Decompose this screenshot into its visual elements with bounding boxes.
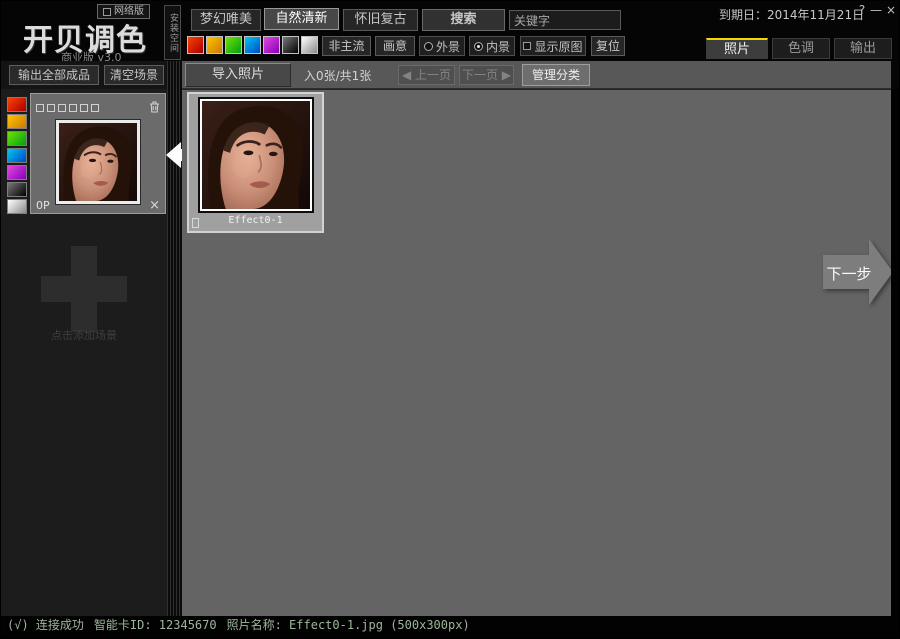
checkbox-icon[interactable] [523, 42, 531, 50]
scene-flag-box[interactable] [58, 104, 66, 112]
install-space-tab[interactable]: 安装空间 [164, 5, 181, 60]
scene-flag-box[interactable] [36, 104, 44, 112]
scene-badge: 0P [36, 199, 50, 212]
expiry-date-label: 到期日：2014年11月21日 [719, 6, 864, 23]
plus-icon [41, 276, 127, 302]
radio-icon-outdoor[interactable] [424, 42, 433, 51]
swatch-cyan-blue[interactable] [7, 148, 27, 163]
import-photos-button[interactable]: 导入照片 [185, 63, 291, 87]
radio-indoor[interactable]: 内景 [469, 36, 515, 56]
photo-grid-area: Effect0-1 下一步 [182, 89, 891, 616]
swatch-red[interactable] [7, 97, 27, 112]
filter-button-nonmainstream[interactable]: 非主流 [322, 36, 371, 56]
swatch-red[interactable] [187, 36, 204, 54]
search-button[interactable]: 搜索 [422, 9, 505, 31]
radio-icon-indoor[interactable] [474, 42, 483, 51]
scene-card-footer: 0P × [31, 199, 165, 212]
tab-output[interactable]: 输出 [834, 38, 892, 59]
photo-thumbnail[interactable] [198, 97, 314, 213]
scene-color-swatches [7, 97, 27, 214]
scene-flag-box[interactable] [47, 104, 55, 112]
swatch-green[interactable] [225, 36, 242, 54]
scene-flag-box[interactable] [91, 104, 99, 112]
status-bar: (√) 连接成功 智能卡ID: 12345670 照片名称: Effect0-1… [1, 616, 900, 639]
swatch-green[interactable] [7, 131, 27, 146]
manage-categories-button[interactable]: 管理分类 [522, 64, 590, 86]
scene-card-header [31, 94, 165, 119]
titlebar: 网络版 开贝调色 商业版 v3.0 安装空间 梦幻唯美 自然清新 怀旧复古 搜索… [1, 1, 900, 61]
close-button[interactable]: × [884, 3, 898, 17]
reset-button[interactable]: 复位 [591, 36, 625, 56]
export-all-button[interactable]: 输出全部成品 [9, 65, 99, 85]
radio-outdoor[interactable]: 外景 [419, 36, 465, 56]
add-scene-hint: 点击添加场景 [1, 327, 167, 343]
scene-thumbnail-photo[interactable] [56, 120, 140, 204]
scene-flag-box[interactable] [69, 104, 77, 112]
show-original-checkbox[interactable]: 显示原图 [520, 36, 586, 56]
next-step-button[interactable]: 下一步 [823, 239, 893, 305]
radio-indoor-label: 内景 [486, 38, 510, 55]
help-button[interactable]: ? [855, 3, 869, 17]
minimize-button[interactable]: — [869, 3, 883, 17]
style-button-retro[interactable]: 怀旧复古 [343, 9, 418, 31]
next-page-button[interactable]: 下一页 ▶ [459, 65, 514, 85]
right-frame [891, 89, 900, 616]
photo-count-label: 入0张/共1张 [304, 67, 371, 84]
swatch-black[interactable] [7, 182, 27, 197]
app-window: 网络版 开贝调色 商业版 v3.0 安装空间 梦幻唯美 自然清新 怀旧复古 搜索… [0, 0, 900, 639]
swatch-orange[interactable] [206, 36, 223, 54]
actionbar-left: 输出全部成品 清空场景 [1, 61, 167, 89]
swatch-cyan-blue[interactable] [244, 36, 261, 54]
clear-scene-button[interactable]: 清空场景 [104, 65, 164, 85]
scene-flag-box[interactable] [80, 104, 88, 112]
scene-panel: 0P × 点击添加场景 [1, 89, 167, 616]
photo-select-box[interactable] [192, 218, 199, 228]
show-original-label: 显示原图 [534, 38, 582, 55]
swatch-orange[interactable] [7, 114, 27, 129]
tab-color-tone[interactable]: 色调 [772, 38, 830, 59]
connection-status: (√) 连接成功 [7, 616, 84, 639]
scene-close-icon[interactable]: × [149, 199, 160, 212]
toolbar-color-swatches [187, 36, 318, 54]
trash-icon[interactable] [149, 98, 160, 117]
swatch-white[interactable] [7, 199, 27, 214]
style-button-natural[interactable]: 自然清新 [264, 8, 339, 30]
keyword-input[interactable] [509, 10, 621, 30]
actionbar-main: 导入照片 入0张/共1张 ◀ 上一页 下一页 ▶ 管理分类 [182, 61, 891, 89]
smartcard-id-label: 智能卡ID: 12345670 [94, 616, 217, 639]
radio-outdoor-label: 外景 [436, 38, 460, 55]
swatch-magenta[interactable] [7, 165, 27, 180]
swatch-magenta[interactable] [263, 36, 280, 54]
photo-name-label: 照片名称: Effect0-1.jpg (500x300px) [227, 616, 470, 639]
swatch-black[interactable] [282, 36, 299, 54]
scene-card[interactable]: 0P × [30, 93, 166, 214]
tab-photos[interactable]: 照片 [706, 38, 768, 59]
prev-page-button[interactable]: ◀ 上一页 [398, 65, 455, 85]
next-step-label: 下一步 [825, 263, 873, 284]
swatch-white[interactable] [301, 36, 318, 54]
filter-button-painterly[interactable]: 画意 [375, 36, 415, 56]
photo-filename-label: Effect0-1 [189, 215, 322, 226]
photo-thumbnail-card[interactable]: Effect0-1 [187, 92, 324, 233]
style-button-dreamy[interactable]: 梦幻唯美 [191, 9, 261, 31]
